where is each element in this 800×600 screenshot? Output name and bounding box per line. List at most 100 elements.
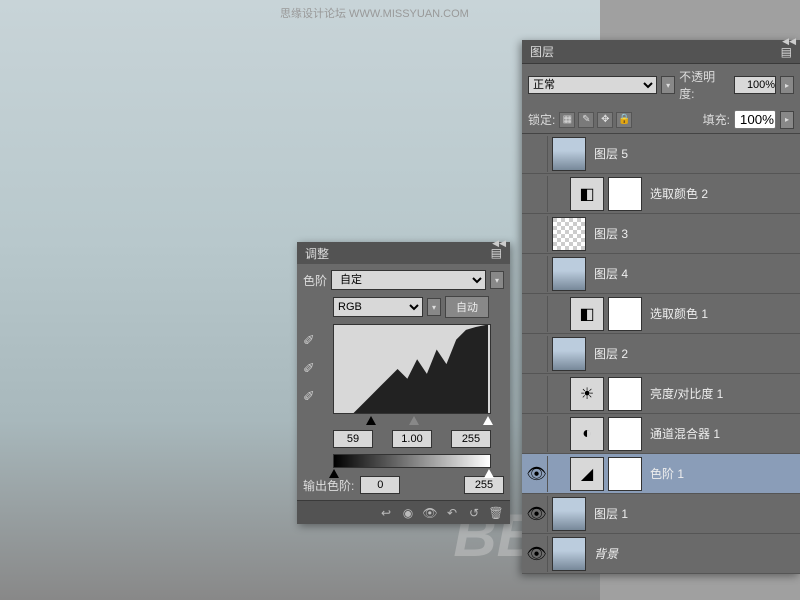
adjustments-panel: ◀◀ 调整 ▤ 色阶 自定 ▾ RGB ▾ 自动 ✐ ✐ ✐ [297, 242, 510, 524]
layer-mask-thumbnail[interactable] [608, 377, 642, 411]
input-black-field[interactable] [333, 430, 373, 448]
layer-row[interactable]: 👁 图层 1 [522, 494, 800, 534]
preset-dropdown-icon[interactable]: ▾ [490, 271, 504, 289]
visibility-toggle[interactable]: 👁 [526, 536, 548, 572]
reset-icon[interactable]: ↺ [466, 505, 482, 521]
adj-collapse-icon[interactable]: ◀◀ [492, 238, 506, 249]
layer-name-label[interactable]: 选取颜色 2 [650, 185, 708, 202]
layer-name-label[interactable]: 选取颜色 1 [650, 305, 708, 322]
lock-label: 锁定: [528, 111, 555, 128]
layer-row[interactable]: 👁 背景 [522, 534, 800, 574]
auto-button[interactable]: 自动 [445, 296, 489, 318]
prev-icon[interactable]: ↶ [444, 505, 460, 521]
layer-thumbnail[interactable] [552, 257, 586, 291]
adjustments-title: 调整 [305, 245, 329, 262]
lock-row: 锁定: ▦ ✎ ✥ 🔒 填充: ▸ [522, 106, 800, 134]
blend-mode-select[interactable]: 正常 [528, 76, 657, 94]
visibility-toggle[interactable] [526, 176, 548, 212]
fill-arrow-icon[interactable]: ▸ [780, 111, 794, 129]
visibility-toggle[interactable] [526, 216, 548, 252]
blend-dropdown-icon[interactable]: ▾ [661, 76, 675, 94]
input-gamma-field[interactable] [392, 430, 432, 448]
layer-row[interactable]: 图层 3 [522, 214, 800, 254]
layer-thumbnail[interactable] [552, 337, 586, 371]
visibility-toggle[interactable]: 👁 [526, 456, 548, 492]
blend-mode-row: 正常 ▾ 不透明度: ▸ [522, 64, 800, 106]
opacity-arrow-icon[interactable]: ▸ [780, 76, 794, 94]
trash-icon[interactable]: 🗑 [488, 505, 504, 521]
lock-position-icon[interactable]: ✥ [597, 112, 613, 128]
layer-thumbnail[interactable] [552, 497, 586, 531]
visibility-toggle[interactable] [526, 416, 548, 452]
layer-thumbnail[interactable]: ◧ [570, 177, 604, 211]
return-icon[interactable]: ↩ [378, 505, 394, 521]
layer-row[interactable]: ◧ 选取颜色 1 [522, 294, 800, 334]
layer-row[interactable]: 图层 5 [522, 134, 800, 174]
lock-all-icon[interactable]: 🔒 [616, 112, 632, 128]
clip-icon[interactable]: ◉ [400, 505, 416, 521]
preset-select[interactable]: 自定 [331, 270, 486, 290]
layer-row[interactable]: 图层 4 [522, 254, 800, 294]
opacity-label: 不透明度: [679, 68, 730, 102]
gamma-handle[interactable] [409, 416, 419, 425]
channel-select[interactable]: RGB [333, 297, 423, 317]
eye-icon: 👁 [526, 504, 546, 524]
visibility-toggle[interactable]: 👁 [526, 496, 548, 532]
layer-name-label[interactable]: 图层 5 [594, 145, 628, 162]
layer-mask-thumbnail[interactable] [608, 457, 642, 491]
panel-collapse-icon[interactable]: ◀◀ [782, 36, 796, 47]
channel-dropdown-icon[interactable]: ▾ [427, 298, 441, 316]
fill-label: 填充: [703, 111, 730, 128]
visibility-icon[interactable]: 👁 [422, 505, 438, 521]
layer-name-label[interactable]: 背景 [594, 545, 618, 562]
layer-thumbnail[interactable]: ◧ [570, 297, 604, 331]
input-slider[interactable] [333, 416, 491, 426]
layer-name-label[interactable]: 图层 2 [594, 345, 628, 362]
layer-name-label[interactable]: 图层 4 [594, 265, 628, 282]
eyedropper-black-icon[interactable]: ✐ [303, 332, 321, 350]
layer-mask-thumbnail[interactable] [608, 297, 642, 331]
black-point-handle[interactable] [366, 416, 376, 425]
lock-pixels-icon[interactable]: ✎ [578, 112, 594, 128]
layers-panel-titlebar[interactable]: 图层 ▤ [522, 40, 800, 64]
adjustments-titlebar[interactable]: 调整 ▤ [297, 242, 510, 264]
fill-input[interactable] [734, 110, 776, 129]
output-white-handle[interactable] [484, 469, 494, 478]
layer-name-label[interactable]: 图层 1 [594, 505, 628, 522]
layer-row[interactable]: ◐ 通道混合器 1 [522, 414, 800, 454]
lock-transparent-icon[interactable]: ▦ [559, 112, 575, 128]
visibility-toggle[interactable] [526, 376, 548, 412]
layer-thumbnail[interactable]: ◐ [570, 417, 604, 451]
layer-row[interactable]: ◧ 选取颜色 2 [522, 174, 800, 214]
layer-name-label[interactable]: 亮度/对比度 1 [650, 385, 723, 402]
layer-row[interactable]: 图层 2 [522, 334, 800, 374]
layer-mask-thumbnail[interactable] [608, 417, 642, 451]
opacity-input[interactable] [734, 76, 776, 94]
visibility-toggle[interactable] [526, 296, 548, 332]
visibility-toggle[interactable] [526, 336, 548, 372]
layer-mask-thumbnail[interactable] [608, 177, 642, 211]
white-point-handle[interactable] [483, 416, 493, 425]
layer-name-label[interactable]: 图层 3 [594, 225, 628, 242]
eye-icon: 👁 [526, 464, 546, 484]
layer-thumbnail[interactable]: ◢ [570, 457, 604, 491]
layer-thumbnail[interactable] [552, 537, 586, 571]
eyedropper-gray-icon[interactable]: ✐ [303, 360, 321, 378]
visibility-toggle[interactable] [526, 136, 548, 172]
visibility-toggle[interactable] [526, 256, 548, 292]
layer-thumbnail[interactable]: ☀ [570, 377, 604, 411]
layer-name-label[interactable]: 色阶 1 [650, 465, 684, 482]
layer-list: 图层 5 ◧ 选取颜色 2 图层 3 图层 4 ◧ 选取颜色 1 图层 2 ☀ 亮度/对比度 1 ◐… [522, 134, 800, 574]
input-white-field[interactable] [451, 430, 491, 448]
output-gradient [333, 454, 491, 468]
layer-row[interactable]: ☀ 亮度/对比度 1 [522, 374, 800, 414]
layer-thumbnail[interactable] [552, 217, 586, 251]
output-black-field[interactable] [360, 476, 400, 494]
layer-thumbnail[interactable] [552, 137, 586, 171]
output-white-field[interactable] [464, 476, 504, 494]
output-black-handle[interactable] [329, 469, 339, 478]
layer-name-label[interactable]: 通道混合器 1 [650, 425, 720, 442]
eyedropper-white-icon[interactable]: ✐ [303, 388, 321, 406]
layer-row[interactable]: 👁 ◢ 色阶 1 [522, 454, 800, 494]
adj-panel-footer: ↩ ◉ 👁 ↶ ↺ 🗑 [297, 500, 510, 524]
